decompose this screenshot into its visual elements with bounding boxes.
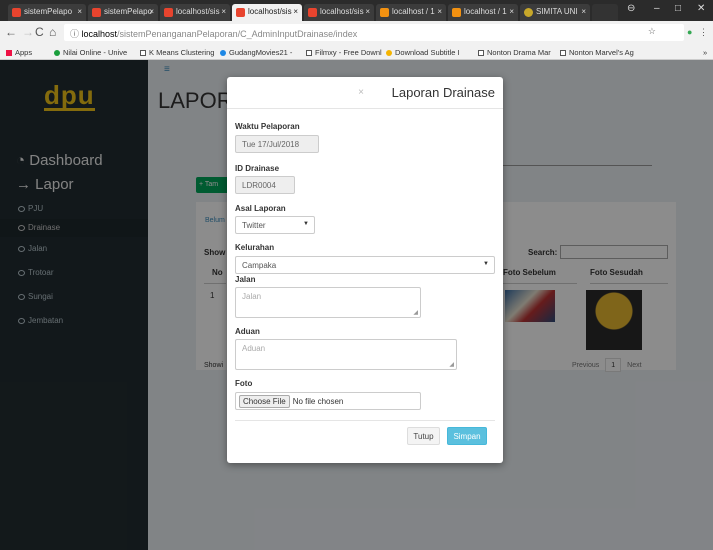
page-favicon-icon	[164, 8, 173, 17]
bookmark-item[interactable]: Nilai Online - Unive	[54, 48, 127, 57]
chevron-down-icon: ▼	[483, 261, 489, 267]
asal-laporan-label: Asal Laporan	[235, 204, 286, 213]
profile-icon[interactable]: ⊖	[627, 3, 635, 14]
extension-icon[interactable]: ●	[687, 27, 692, 37]
university-favicon-icon	[524, 8, 533, 17]
apps-grid-icon	[6, 50, 12, 56]
waktu-pelaporan-label: Waktu Pelaporan	[235, 122, 300, 131]
asal-laporan-select[interactable]: Twitter ▼	[235, 216, 315, 234]
back-icon[interactable]: ←	[5, 25, 17, 39]
simpan-button[interactable]: Simpan	[447, 427, 487, 445]
close-tab-icon[interactable]: ×	[509, 7, 514, 16]
page-icon	[560, 50, 566, 56]
chevron-down-icon: ▼	[303, 221, 309, 227]
close-tab-icon[interactable]: ×	[437, 7, 442, 16]
file-status-text: No file chosen	[292, 397, 344, 406]
close-tab-icon[interactable]: ×	[365, 7, 370, 16]
browser-tab[interactable]: localhost/sis ×	[304, 4, 374, 21]
page-favicon-icon	[308, 8, 317, 17]
close-tab-icon[interactable]: ×	[293, 7, 298, 16]
page-icon	[478, 50, 484, 56]
bookmark-item[interactable]: K Means Clustering	[140, 48, 214, 57]
bookmark-item[interactable]: GudangMovies21 -	[220, 48, 292, 57]
bookmarks-overflow-icon[interactable]: »	[703, 48, 707, 57]
page-favicon-icon	[236, 8, 245, 17]
browser-tab[interactable]: localhost / 1 ×	[448, 4, 518, 21]
maximize-icon[interactable]: □	[675, 3, 681, 14]
tutup-button[interactable]: Tutup	[407, 427, 440, 445]
menu-icon[interactable]: ⋮	[699, 27, 708, 38]
bookmark-item[interactable]: Nonton Drama Mar	[478, 48, 551, 57]
id-drainase-field: LDR0004	[235, 176, 295, 194]
page-icon	[140, 50, 146, 56]
resize-grip-icon[interactable]: ◢	[413, 309, 418, 316]
star-icon[interactable]: ☆	[648, 26, 656, 37]
address-bar-row: ← → C ⌂ ⓘ localhost/sistemPenangananPela…	[0, 21, 713, 44]
page-icon	[306, 50, 312, 56]
phpmyadmin-favicon-icon	[380, 8, 389, 17]
info-icon[interactable]: ⓘ	[70, 29, 82, 39]
laporan-drainase-modal: × Laporan Drainase Waktu Pelaporan Tue 1…	[227, 77, 503, 463]
browser-tab[interactable]: sistemPelapo ×	[8, 4, 86, 21]
browser-tab-strip: sistemPelapo × sistemPelapo × localhost/si…	[0, 0, 713, 21]
modal-title: Laporan Drainase	[391, 85, 495, 100]
new-tab-button[interactable]	[592, 4, 618, 21]
page-favicon-icon	[92, 8, 101, 17]
close-tab-icon[interactable]: ×	[221, 7, 226, 16]
url-input[interactable]: ⓘ localhost/sistemPenangananPelaporan/C_…	[64, 24, 684, 41]
choose-file-button[interactable]: Choose File	[239, 395, 290, 408]
foto-file-input[interactable]: Choose File No file chosen	[235, 392, 421, 410]
resize-grip-icon[interactable]: ◢	[449, 361, 454, 368]
browser-tab[interactable]: localhost/sis ×	[160, 4, 230, 21]
minimize-icon[interactable]: –	[654, 3, 660, 14]
bookmark-item[interactable]: Nonton Marvel's Ag	[560, 48, 634, 57]
bookmark-item[interactable]: Download Subtitle I	[386, 48, 460, 57]
phpmyadmin-favicon-icon	[452, 8, 461, 17]
close-tab-icon[interactable]: ×	[149, 7, 154, 16]
id-drainase-label: ID Drainase	[235, 164, 280, 173]
foto-label: Foto	[235, 379, 253, 388]
browser-tab-active[interactable]: localhost/sis ×	[232, 4, 302, 21]
close-tab-icon[interactable]: ×	[77, 7, 82, 16]
browser-tab[interactable]: sistemPelapo ×	[88, 4, 158, 21]
browser-tab[interactable]: SIMITA UNI ×	[520, 4, 590, 21]
jalan-textarea[interactable]: Jalan ◢	[235, 287, 421, 318]
divider	[235, 420, 495, 421]
close-icon[interactable]: ×	[358, 87, 364, 98]
kelurahan-select[interactable]: Campaka ▼	[235, 256, 495, 274]
close-tab-icon[interactable]: ×	[581, 7, 586, 16]
browser-tab[interactable]: localhost / 1 ×	[376, 4, 446, 21]
page-favicon-icon	[12, 8, 21, 17]
forward-icon[interactable]: →	[22, 25, 34, 39]
jalan-label: Jalan	[235, 275, 256, 284]
waktu-pelaporan-field: Tue 17/Jul/2018	[235, 135, 319, 153]
modal-header: × Laporan Drainase	[227, 77, 503, 109]
bookmarks-bar: Apps Nilai Online - Unive K Means Cluste…	[0, 44, 713, 60]
close-window-icon[interactable]: ✕	[697, 3, 705, 14]
home-icon[interactable]: ⌂	[49, 25, 56, 39]
bookmark-apps[interactable]: Apps	[6, 48, 32, 57]
reload-icon[interactable]: C	[35, 25, 44, 39]
bookmark-favicon-icon	[54, 50, 60, 56]
aduan-textarea[interactable]: Aduan ◢	[235, 339, 457, 370]
bookmark-favicon-icon	[386, 50, 392, 56]
bookmark-favicon-icon	[220, 50, 226, 56]
kelurahan-label: Kelurahan	[235, 243, 275, 252]
aduan-label: Aduan	[235, 327, 260, 336]
bookmark-item[interactable]: Filmxy - Free Downl	[306, 48, 382, 57]
